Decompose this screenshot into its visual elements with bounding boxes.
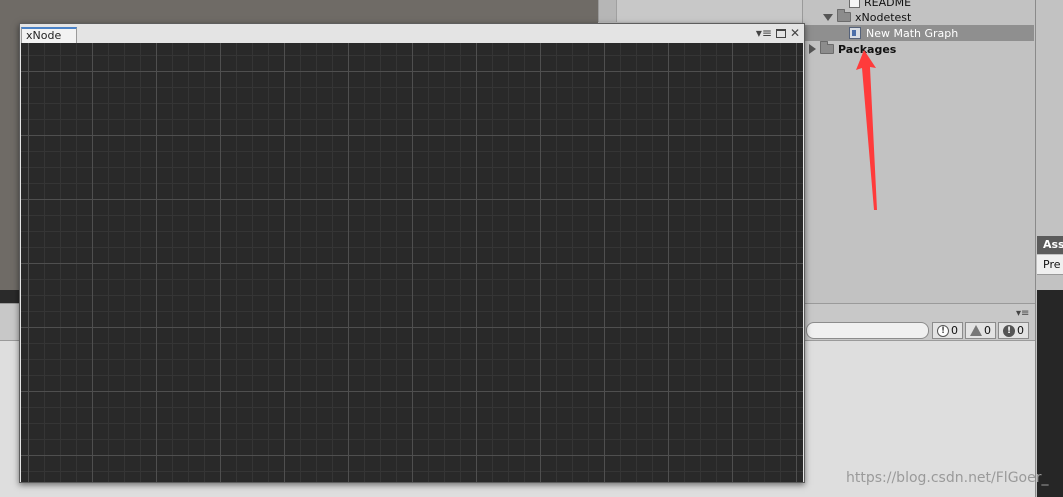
error-icon: ! (1003, 324, 1015, 337)
expand-arrow-icon[interactable] (823, 13, 833, 21)
info-count-toggle[interactable]: ! 0 (932, 322, 963, 339)
window-tab-xnode[interactable]: xNode (21, 27, 77, 44)
hierarchy-panel-top (616, 0, 802, 22)
window-menu-icon[interactable]: ▾≡ (756, 27, 772, 39)
close-icon[interactable]: ✕ (790, 27, 800, 39)
project-panel: README xNodetest New Math Graph Packages (802, 0, 1035, 303)
tree-item-label: xNodetest (855, 10, 912, 24)
tree-item-label: README (864, 0, 912, 9)
tree-item-packages[interactable]: Packages (803, 41, 1034, 57)
console-search-input[interactable] (806, 322, 929, 339)
info-count: 0 (951, 324, 958, 337)
folder-icon (837, 9, 851, 22)
node-graph-canvas[interactable] (21, 43, 803, 482)
error-count: 0 (1017, 324, 1024, 337)
warning-icon (970, 325, 982, 336)
tree-item-new-math-graph[interactable]: New Math Graph (803, 25, 1034, 41)
tree-item-label: New Math Graph (866, 26, 959, 40)
warning-count-toggle[interactable]: 0 (965, 322, 996, 339)
document-icon (849, 0, 860, 8)
error-count-toggle[interactable]: ! 0 (998, 322, 1029, 339)
tree-item-xnodetest[interactable]: xNodetest (803, 9, 1034, 25)
annotation-arrow-icon (856, 50, 877, 210)
preview-area (1037, 290, 1063, 497)
window-controls: ▾≡ ✕ (756, 27, 800, 39)
panel-menu-icon[interactable]: ▾≡ (1016, 308, 1029, 319)
collapse-arrow-icon[interactable] (809, 44, 816, 54)
warning-count: 0 (984, 324, 991, 337)
watermark: https://blog.csdn.net/FlGoer_ (846, 470, 1049, 486)
scene-view-strip (0, 290, 20, 303)
xnode-window: xNode ▾≡ ✕ (19, 23, 805, 483)
info-icon: ! (937, 324, 949, 337)
graph-asset-icon (849, 27, 861, 39)
hierarchy-panel-edge (598, 0, 616, 22)
folder-icon (820, 41, 834, 54)
assets-tab[interactable]: Ass (1037, 236, 1063, 254)
maximize-icon[interactable] (775, 28, 786, 38)
preview-tab[interactable]: Pre (1037, 255, 1063, 275)
